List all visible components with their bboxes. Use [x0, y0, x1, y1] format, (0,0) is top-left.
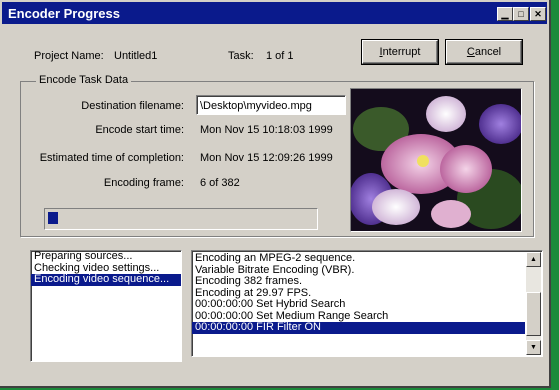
window-title: Encoder Progress [8, 6, 120, 21]
step-item[interactable]: Encoding video sequence... [31, 273, 181, 286]
task-value: 1 of 1 [266, 50, 294, 62]
task-label: Task: [228, 50, 254, 62]
destination-filename-field[interactable]: \Desktop\myvideo.mpg [196, 95, 346, 115]
encoding-frame-value: 6 of 382 [200, 177, 240, 189]
encoding-frame-label: Encoding frame: [103, 177, 184, 189]
interrupt-label: nterrupt [382, 46, 421, 58]
log-line[interactable]: Encoding 382 frames. [192, 275, 525, 288]
encode-start-time-value: Mon Nov 15 10:18:03 1999 [200, 124, 333, 136]
log-line[interactable]: Encoding an MPEG-2 sequence. [192, 252, 525, 265]
close-button[interactable]: ✕ [530, 7, 546, 21]
minimize-button[interactable]: ▁ [497, 7, 513, 21]
progress-fill [48, 212, 58, 224]
scroll-up-button[interactable]: ▲ [526, 252, 541, 267]
encode-start-time-label: Encode start time: [95, 124, 184, 136]
encoder-progress-window: Encoder Progress ▁ □ ✕ Project Name: Unt… [0, 0, 551, 388]
log-line[interactable]: 00:00:00:00 FIR Filter ON [192, 321, 525, 334]
cancel-button[interactable]: Cancel [446, 40, 522, 64]
encode-log-list[interactable]: Encoding an MPEG-2 sequence. Variable Bit… [191, 250, 543, 357]
encode-progress-bar [44, 208, 318, 230]
scroll-down-button[interactable]: ▼ [526, 340, 541, 355]
estimated-completion-value: Mon Nov 15 12:09:26 1999 [200, 152, 333, 164]
destination-filename-label: Destination filename: [81, 100, 184, 112]
encode-steps-list[interactable]: Preparing sources... Checking video setti… [30, 250, 182, 362]
group-title: Encode Task Data [36, 74, 132, 86]
interrupt-button[interactable]: Interrupt [362, 40, 438, 64]
estimated-completion-label: Estimated time of completion: [39, 152, 184, 164]
step-item[interactable]: Preparing sources... [31, 251, 181, 263]
steps-container: Preparing sources... Checking video setti… [31, 251, 181, 286]
project-name-label: Project Name: [34, 50, 104, 62]
project-name-value: Untitled1 [114, 50, 158, 62]
flower-preview-graphic [351, 89, 521, 231]
cancel-label: ancel [474, 46, 502, 58]
scroll-thumb[interactable] [526, 292, 541, 336]
title-bar[interactable]: Encoder Progress ▁ □ ✕ [2, 2, 547, 24]
log-line[interactable]: 00:00:00:00 Set Hybrid Search [192, 298, 525, 311]
cancel-mnemonic: C [466, 46, 475, 58]
log-scrollbar[interactable]: ▲ ▼ [526, 252, 541, 355]
video-preview-image [350, 88, 522, 232]
log-container: Encoding an MPEG-2 sequence. Variable Bit… [192, 251, 542, 334]
maximize-button[interactable]: □ [513, 7, 529, 21]
